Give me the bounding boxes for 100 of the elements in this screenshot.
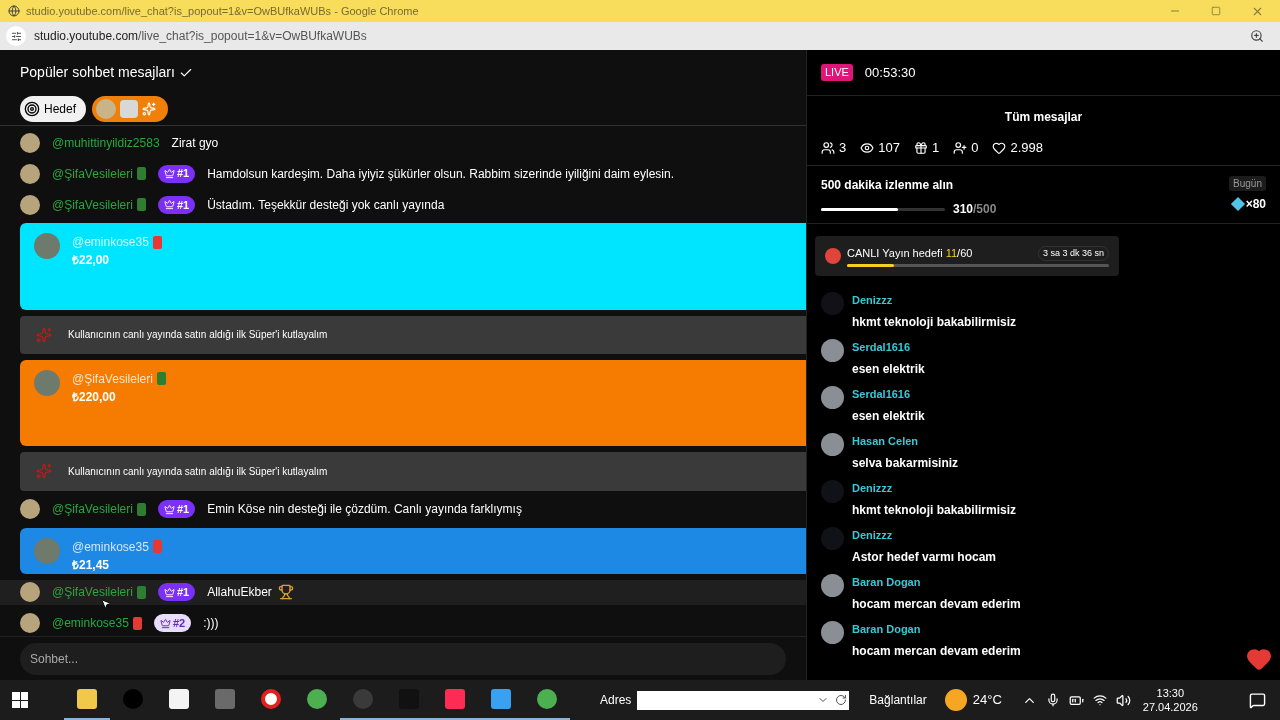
stat-value: 1 xyxy=(931,138,940,157)
comment-text: esen elektrik xyxy=(852,360,925,378)
clock-time: 13:30 xyxy=(1156,686,1185,700)
comment-text: esen elektrik xyxy=(852,407,925,425)
comment-text: hocam mercan devam ederim xyxy=(852,642,1021,660)
stream-timer: 00:53:30 xyxy=(864,63,916,82)
crown-icon xyxy=(159,617,171,629)
message-text: Emin Köse nin desteği ile çözdüm. Canlı yayında farklıymış xyxy=(207,501,522,519)
amount: ₺21,45 xyxy=(72,556,111,574)
temperature: 24°C xyxy=(972,691,1002,710)
rank-badge: #1 xyxy=(157,583,196,602)
chat-input[interactable]: Sohbet... xyxy=(20,642,786,675)
sparkle-icon xyxy=(142,102,157,116)
rank-badge: #1 xyxy=(157,164,196,183)
notice-text: Kullanıcının canlı yayında satın aldığı ilk Süper'i kutlayalım xyxy=(68,328,328,343)
goal-chip[interactable]: Hedef xyxy=(20,96,87,122)
refresh-icon[interactable] xyxy=(835,694,848,706)
author-name[interactable]: @ŞifaVesileleri xyxy=(52,583,133,602)
avatar xyxy=(34,370,60,396)
author-name[interactable]: @ŞifaVesileleri xyxy=(52,195,133,214)
window-title: studio.youtube.com/live_chat?is_popout=1&v=OwBUfkaWUBs - Google Chrome xyxy=(26,3,420,19)
message-text: AllahuEkber xyxy=(207,584,272,602)
wifi-icon[interactable] xyxy=(1092,693,1107,707)
message-text: Üstadım. Teşekkür desteği yok canlı yayında xyxy=(207,196,445,214)
message-text: Zirat gyo xyxy=(171,134,219,152)
cursor-icon xyxy=(100,598,112,611)
quest-title: 500 dakika izlenme alın xyxy=(821,177,955,194)
author-name[interactable]: @ŞifaVesileleri xyxy=(52,164,133,183)
avatar xyxy=(96,99,117,119)
volume-icon[interactable] xyxy=(1115,692,1131,708)
commenter-name[interactable]: Serdal1616 xyxy=(852,386,925,403)
comment-text: hocam mercan devam ederim xyxy=(852,595,1021,613)
zoom-icon[interactable] xyxy=(1250,29,1264,43)
commenter-name[interactable]: Denizzz xyxy=(852,292,1017,309)
goal-label: CANLI Yayın hedefi 11/60 xyxy=(847,246,973,262)
avatar xyxy=(20,194,40,215)
message-filter[interactable]: Tüm mesajlar xyxy=(1004,108,1083,126)
sliders-icon xyxy=(10,30,22,42)
live-badge: LIVE xyxy=(821,64,853,81)
day-tag: Bugün xyxy=(1229,176,1266,191)
stat-value: 3 xyxy=(839,138,847,157)
author-name[interactable]: @ŞifaVesileleri xyxy=(52,500,133,519)
address-label: Adres xyxy=(600,692,632,709)
url-text[interactable]: studio.youtube.com/live_chat?is_popout=1&v=OwBUfkaWUBs xyxy=(34,27,1250,45)
avatar xyxy=(34,233,60,260)
site-info-button[interactable] xyxy=(6,26,26,46)
address-field[interactable] xyxy=(637,690,850,710)
users-icon xyxy=(821,140,835,155)
comment-text: hkmt teknoloji bakabilirmisiz xyxy=(852,501,1017,519)
weather-icon[interactable] xyxy=(944,689,967,711)
crown-icon xyxy=(163,503,175,515)
stat-value: 2.998 xyxy=(1010,138,1043,157)
eye-icon xyxy=(860,140,875,155)
heart-icon[interactable] xyxy=(1246,646,1272,672)
links-toolbar[interactable]: Bağlantılar xyxy=(869,691,927,709)
commenter-name[interactable]: Baran Dogan xyxy=(852,574,1021,591)
author-name: @eminkose35 xyxy=(72,234,149,252)
globe-icon xyxy=(8,5,20,17)
comment-text: selva bakarmisiniz xyxy=(852,454,959,472)
gift-icon xyxy=(913,140,928,155)
crown-icon xyxy=(163,586,175,598)
rank-badge: #1 xyxy=(157,195,196,214)
chat-title: Popüler sohbet mesajları xyxy=(20,63,175,82)
reward-count: ×80 xyxy=(1245,196,1266,213)
avatar xyxy=(20,613,40,634)
message-text: Hamdolsun kardeşim. Daha iyiyiz şükürler olsun. Rabbim sizerinde iyiliğini daim eylesin. xyxy=(207,165,674,183)
amount: ₺22,00 xyxy=(72,252,111,270)
commenter-name[interactable]: Hasan Celen xyxy=(852,433,959,450)
stat-value: 107 xyxy=(878,138,900,157)
quest-count: 310/500 xyxy=(953,201,997,218)
notification-icon[interactable] xyxy=(1249,691,1266,709)
amount: ₺220,00 xyxy=(72,389,117,406)
avatar xyxy=(20,132,40,153)
author-name[interactable]: @muhittinyildiz2583 xyxy=(52,133,160,152)
message-text: :))) xyxy=(203,615,219,633)
crown-icon xyxy=(163,199,175,211)
reactions-chip[interactable] xyxy=(92,96,169,122)
avatar xyxy=(20,163,40,184)
comment-text: hkmt teknoloji bakabilirmisiz xyxy=(852,313,1017,331)
commenter-name[interactable]: Denizzz xyxy=(852,480,1017,497)
commenter-name[interactable]: Denizzz xyxy=(852,527,997,544)
author-name[interactable]: @eminkose35 xyxy=(52,614,129,633)
clock-date: 27.04.2026 xyxy=(1142,700,1198,714)
stat-value: 0 xyxy=(971,138,979,157)
add-user-icon xyxy=(953,140,968,155)
commenter-name[interactable]: Baran Dogan xyxy=(852,621,1021,638)
avatar xyxy=(34,537,60,564)
windows-icon[interactable] xyxy=(12,692,28,708)
comment-text: Astor hedef varmı hocam xyxy=(852,548,997,566)
rank-badge: #2 xyxy=(153,614,192,633)
avatar xyxy=(20,582,40,603)
record-icon xyxy=(261,689,281,709)
commenter-name[interactable]: Serdal1616 xyxy=(852,339,925,356)
crown-icon xyxy=(163,168,175,180)
microphone-icon[interactable] xyxy=(1045,693,1060,707)
target-icon xyxy=(24,101,40,117)
avatar xyxy=(20,499,40,520)
author-name: @eminkose35 xyxy=(72,538,149,556)
heart-icon xyxy=(992,140,1007,155)
author-name: @ŞifaVesileleri xyxy=(72,371,153,388)
